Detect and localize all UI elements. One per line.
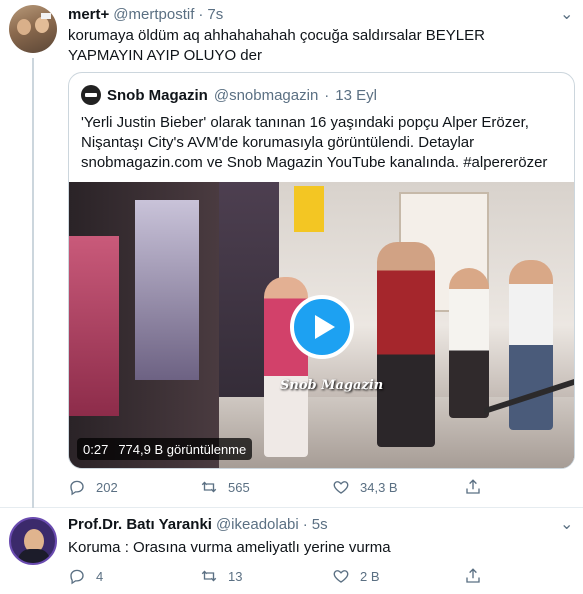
separator-dot: ·	[302, 516, 308, 533]
timestamp[interactable]: 5s	[312, 516, 328, 533]
avatar[interactable]	[9, 5, 57, 53]
video-scene-person	[377, 242, 435, 447]
retweet-button[interactable]: 565	[200, 478, 332, 496]
video-view-count: 774,9 B görüntülenme	[118, 441, 247, 457]
reply-count: 202	[96, 479, 118, 495]
more-options-icon[interactable]: ⌄	[560, 4, 573, 24]
username-handle[interactable]: @ikeadolabi	[216, 516, 299, 533]
like-count: 34,3 B	[360, 479, 398, 495]
tweet-header: Prof.Dr. Batı Yaranki @ikeadolabi · 5s	[68, 516, 328, 533]
tweet-actions: 4 13 2 B	[68, 567, 498, 585]
tweet-mertpostif[interactable]: mert+ @mertpostif · 7s ⌄ korumaya öldüm …	[0, 0, 583, 508]
retweet-count: 565	[228, 479, 250, 495]
play-icon	[314, 315, 335, 339]
quoted-timestamp: 13 Eyl	[335, 86, 377, 104]
retweet-icon	[201, 570, 217, 582]
reply-count: 4	[96, 568, 104, 584]
reply-button[interactable]: 4	[68, 567, 200, 585]
like-button[interactable]: 2 B	[332, 567, 464, 585]
timestamp[interactable]: 7s	[207, 6, 223, 23]
avatar-suit	[18, 549, 50, 563]
thread-line	[32, 58, 34, 508]
display-name[interactable]: Prof.Dr. Batı Yaranki	[68, 516, 212, 533]
play-button[interactable]	[290, 295, 354, 359]
quoted-tweet-text: 'Yerli Justin Bieber' olarak tanınan 16 …	[81, 114, 548, 171]
separator-dot: ·	[198, 6, 204, 23]
heart-icon	[333, 570, 349, 583]
quoted-display-name: Snob Magazin	[107, 86, 208, 104]
video-scene-person	[449, 268, 489, 418]
tweet-text: korumaya öldüm aq ahhahahahah çocuğa sal…	[68, 27, 485, 64]
heart-icon	[333, 481, 349, 494]
retweet-count: 13	[228, 568, 243, 584]
quoted-username-handle: @snobmagazin	[213, 86, 319, 104]
username-handle[interactable]: @mertpostif	[113, 6, 194, 23]
share-button[interactable]	[464, 478, 494, 496]
display-name[interactable]: mert+	[68, 6, 109, 23]
reply-icon	[70, 480, 84, 496]
retweet-icon	[201, 481, 217, 493]
video-player[interactable]: Snob Magazin 0:27 774,9 B görüntülenme	[69, 182, 574, 468]
video-scene-poster	[135, 200, 199, 380]
tweet-ikeadolabi[interactable]: Prof.Dr. Batı Yaranki @ikeadolabi · 5s ⌄…	[0, 509, 583, 594]
avatar[interactable]	[9, 517, 57, 565]
like-count: 2 B	[360, 568, 380, 584]
quoted-tweet[interactable]: Snob Magazin @snobmagazin · 13 Eyl 'Yerl…	[68, 72, 575, 469]
quoted-tweet-header: Snob Magazin @snobmagazin · 13 Eyl	[81, 85, 377, 105]
retweet-button[interactable]: 13	[200, 567, 332, 585]
reply-icon	[70, 569, 84, 585]
tweet-text: Koruma : Orasına vurma ameliyatlı yerine…	[68, 539, 391, 556]
video-watermark: Snob Magazin	[280, 378, 384, 393]
quoted-avatar	[81, 85, 101, 105]
separator-dot: ·	[324, 86, 330, 104]
video-duration: 0:27	[83, 441, 109, 457]
reply-button[interactable]: 202	[68, 478, 200, 496]
share-icon	[466, 479, 480, 494]
more-options-icon[interactable]: ⌄	[560, 514, 573, 534]
avatar-sticker	[41, 13, 51, 19]
tweet-actions: 202 565 34,3 B	[68, 478, 498, 496]
share-icon	[466, 568, 480, 583]
video-scene-sale-sign	[294, 186, 324, 232]
video-scene-poster	[69, 236, 119, 416]
avatar-face	[17, 19, 31, 35]
avatar-face	[35, 17, 49, 33]
share-button[interactable]	[464, 567, 494, 585]
like-button[interactable]: 34,3 B	[332, 478, 464, 496]
video-info-badge: 0:27 774,9 B görüntülenme	[77, 438, 253, 460]
tweet-header: mert+ @mertpostif · 7s	[68, 6, 223, 23]
